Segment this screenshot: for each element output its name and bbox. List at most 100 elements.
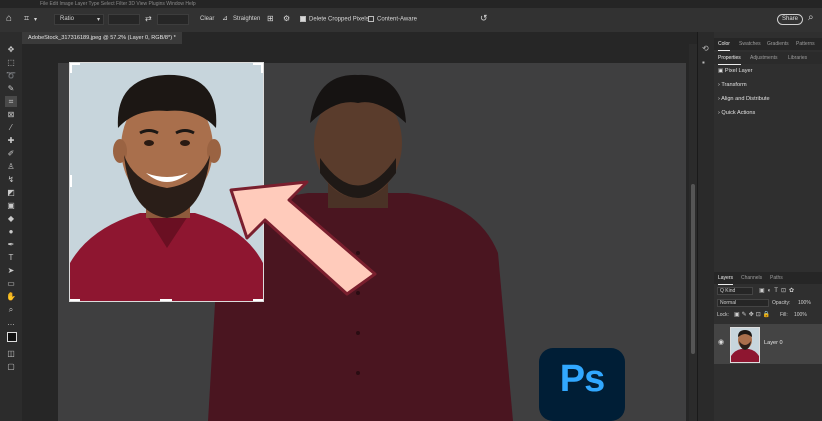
eraser-tool-icon[interactable]: ◩	[5, 187, 17, 198]
tab-properties[interactable]: Properties	[718, 52, 741, 65]
layers-panel-tabs: Layers Channels Paths	[714, 272, 822, 285]
reset-icon[interactable]: ↺	[480, 13, 488, 24]
zoom-tool-icon[interactable]: ⌕	[5, 304, 17, 315]
marquee-tool-icon[interactable]: ⬚	[5, 57, 17, 68]
tab-paths[interactable]: Paths	[770, 272, 783, 284]
screen-mode-icon[interactable]: ▢	[5, 361, 17, 372]
frame-tool-icon[interactable]: ⊠	[5, 109, 17, 120]
chevron-down-icon[interactable]: ▾	[34, 16, 37, 23]
home-icon[interactable]: ⌂	[6, 13, 12, 24]
swap-icon[interactable]: ⇄	[145, 14, 152, 23]
width-field[interactable]	[108, 14, 140, 25]
healing-brush-icon[interactable]: ✚	[5, 135, 17, 146]
tab-gradients[interactable]: Gradients	[767, 38, 789, 50]
crop-tool-icon[interactable]: ⌗	[5, 96, 17, 107]
share-button[interactable]: Share	[777, 14, 803, 25]
ratio-select-label: Ratio	[60, 16, 75, 22]
section-align-label: Align and Distribute	[721, 96, 770, 102]
path-select-icon[interactable]: ➤	[5, 265, 17, 276]
options-bar: ⌂ ⌗ ▾ Ratio ▾ ⇄ Clear ⊿ Straighten ⊞ ⚙ D…	[0, 8, 822, 33]
checkbox-checked	[300, 16, 306, 22]
blend-mode-select[interactable]: Normal	[717, 299, 769, 307]
tab-layers[interactable]: Layers	[718, 272, 734, 285]
eye-icon[interactable]: ◉	[718, 338, 724, 346]
straighten-button[interactable]: Straighten	[233, 16, 260, 22]
gradient-tool-icon[interactable]: ▣	[5, 200, 17, 211]
color-panel-tabs: Color Swatches Gradients Patterns	[714, 38, 822, 51]
pen-tool-icon[interactable]: ✒	[5, 239, 17, 250]
panel-icon-strip: ⟲ ▪	[697, 32, 715, 421]
lasso-tool-icon[interactable]: ➰	[5, 70, 17, 81]
search-icon[interactable]: ⌕	[808, 12, 814, 23]
document-tab-bar: AdobeStock_317316189.jpeg @ 57.2% (Layer…	[22, 32, 702, 44]
scrollbar-thumb[interactable]	[691, 184, 695, 354]
menu-strip: File Edit Image Layer Type Select Filter…	[0, 0, 822, 8]
section-quick-actions-label: Quick Actions	[721, 110, 756, 116]
pointer-arrow	[229, 180, 377, 296]
layer-row[interactable]: ◉ Layer 0	[714, 324, 822, 364]
photoshop-logo-text: Ps	[559, 358, 605, 400]
comment-icon[interactable]: ▪	[702, 58, 705, 67]
eyedropper-icon[interactable]: ⁄	[5, 122, 17, 133]
history-brush-icon[interactable]: ↯	[5, 174, 17, 185]
opacity-value[interactable]: 100%	[798, 300, 811, 306]
properties-panel-tabs: Properties Adjustments Libraries	[714, 52, 822, 65]
blur-tool-icon[interactable]: ◆	[5, 213, 17, 224]
foreground-color-swatch[interactable]	[7, 332, 17, 342]
tab-color[interactable]: Color	[718, 38, 730, 51]
grid-overlay-icon[interactable]: ⊞	[267, 14, 274, 23]
section-transform-label: Transform	[721, 82, 747, 88]
section-align[interactable]: › Align and Distribute	[718, 96, 770, 102]
crop-tool-icon[interactable]: ⌗	[24, 13, 29, 24]
clear-button[interactable]: Clear	[200, 16, 214, 22]
history-icon[interactable]: ⟲	[702, 44, 709, 53]
quick-select-icon[interactable]: ✎	[5, 83, 17, 94]
settings-icon[interactable]: ⚙	[283, 14, 290, 23]
crop-handle-tr-v[interactable]	[261, 63, 263, 73]
more-tools-icon[interactable]: …	[5, 317, 17, 328]
crop-handle-bl[interactable]	[70, 299, 80, 301]
chevron-down-icon: ▾	[96, 17, 100, 23]
tab-libraries[interactable]: Libraries	[788, 52, 807, 64]
layer-name[interactable]: Layer 0	[764, 340, 783, 346]
lock-icons[interactable]: ▣✎✥⊡🔒	[734, 311, 772, 318]
delete-cropped-label: Delete Cropped Pixels	[309, 16, 369, 23]
fill-value[interactable]: 100%	[794, 312, 807, 318]
tab-swatches[interactable]: Swatches	[739, 38, 761, 50]
pixel-layer-icon: ▣	[718, 68, 725, 74]
quick-mask-icon[interactable]: ◫	[5, 348, 17, 359]
ratio-select[interactable]: Ratio ▾	[54, 14, 104, 25]
crop-handle-left[interactable]	[70, 175, 72, 187]
delete-cropped-checkbox[interactable]: Delete Cropped Pixels	[300, 16, 369, 23]
canvas-scrollbar[interactable]	[689, 44, 697, 421]
type-tool-icon[interactable]: T	[5, 252, 17, 263]
tab-adjustments[interactable]: Adjustments	[750, 52, 778, 64]
layer-filter-select[interactable]: Q Kind	[717, 287, 753, 295]
content-aware-checkbox[interactable]: Content-Aware	[368, 16, 417, 23]
photoshop-logo: Ps	[539, 348, 625, 421]
move-tool-icon[interactable]: ✥	[5, 44, 17, 55]
straighten-icon[interactable]: ⊿	[222, 14, 228, 22]
fill-label: Fill:	[780, 312, 788, 318]
crop-handle-tl-v[interactable]	[70, 63, 72, 73]
document-tab[interactable]: AdobeStock_317316189.jpeg @ 57.2% (Layer…	[22, 32, 182, 44]
content-aware-label: Content-Aware	[377, 16, 417, 23]
crop-handle-br[interactable]	[253, 299, 263, 301]
pixel-layer-row: ▣ Pixel Layer	[718, 68, 753, 74]
hand-tool-icon[interactable]: ✋	[5, 291, 17, 302]
section-transform[interactable]: › Transform	[718, 82, 747, 88]
tab-patterns[interactable]: Patterns	[796, 38, 815, 50]
crop-handle-bottom[interactable]	[160, 299, 172, 301]
tab-channels[interactable]: Channels	[741, 272, 762, 284]
brush-tool-icon[interactable]: ✐	[5, 148, 17, 159]
shape-tool-icon[interactable]: ▭	[5, 278, 17, 289]
pixel-layer-label: Pixel Layer	[724, 68, 753, 74]
layer-filter-icons[interactable]: ▣◐T⊡✿	[759, 287, 797, 294]
stamp-tool-icon[interactable]: ♙	[5, 161, 17, 172]
section-quick-actions[interactable]: › Quick Actions	[718, 110, 755, 116]
lock-label: Lock:	[717, 312, 729, 318]
height-field[interactable]	[157, 14, 189, 25]
opacity-label: Opacity:	[772, 300, 791, 306]
dodge-tool-icon[interactable]: ●	[5, 226, 17, 237]
menu-strip-text: File Edit Image Layer Type Select Filter…	[40, 1, 196, 7]
